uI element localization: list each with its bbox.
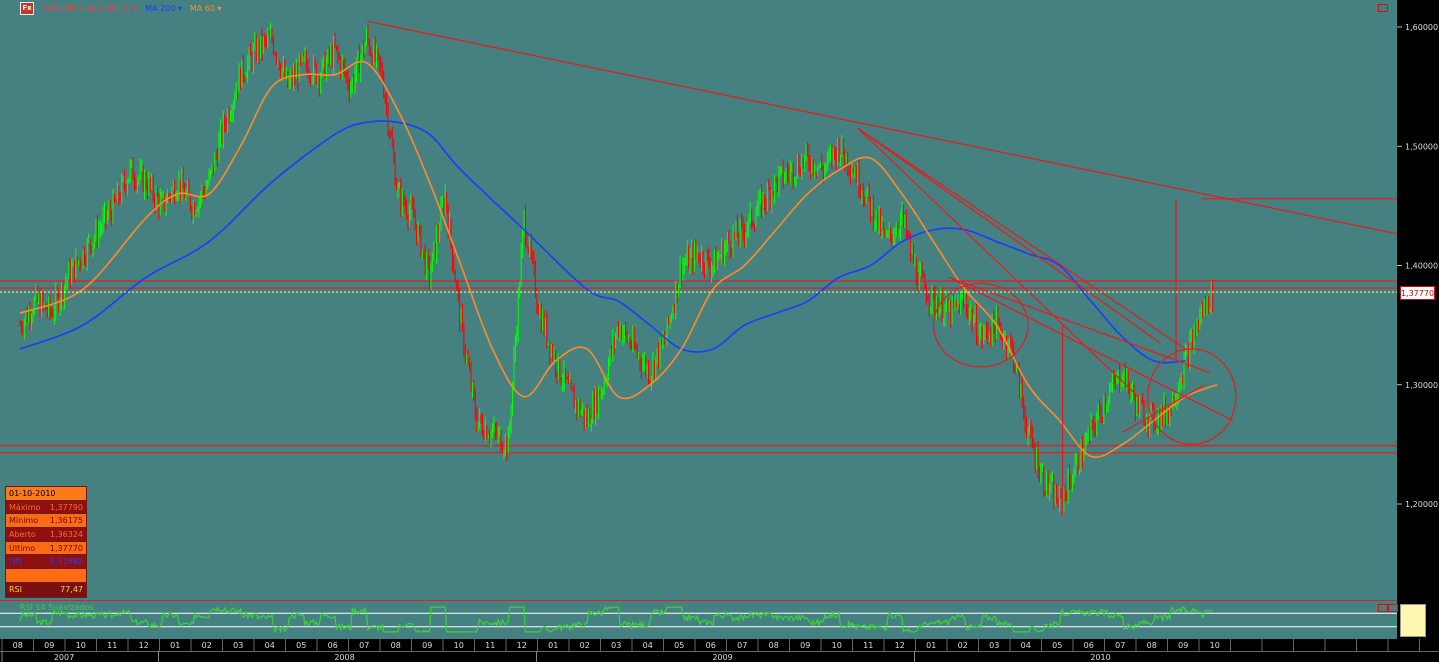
x-month-label: 10 [832, 641, 842, 650]
ma60-legend[interactable]: MA 60 ▾ [190, 4, 222, 13]
y-tick-label: 1,60000 [1405, 23, 1438, 32]
x-month-label: 06 [706, 641, 716, 650]
x-month-label: 04 [265, 641, 275, 650]
x-month-label: 03 [233, 641, 243, 650]
x-month-label: 06 [328, 641, 338, 650]
y-tick-label: 1,40000 [1405, 262, 1438, 271]
info-date: 01-10-2010 [6, 487, 86, 501]
ohlc-info-panel: 01-10-2010 Máximo 1,37790 Mínimo 1,36175 Abe… [5, 486, 87, 598]
close-price-panel-icon[interactable] [1378, 4, 1388, 12]
info-rsi-value: 77,47 [60, 584, 83, 594]
x-month-label: 09 [800, 641, 810, 650]
info-row: (M) 1,31682 [6, 555, 86, 570]
info-row-label: Último [9, 543, 36, 553]
x-month-label: 12 [139, 641, 149, 650]
x-month-label: 11 [485, 641, 495, 650]
x-month-label: 09 [422, 641, 432, 650]
info-row-value: 1,36324 [49, 529, 83, 539]
info-row: Último 1,37770 [6, 541, 86, 556]
info-date-value: 01-10-2010 [9, 488, 56, 498]
current-price-tag: 1,37770 [1400, 286, 1435, 300]
x-month-label: 07 [737, 641, 747, 650]
x-month-label: 06 [1084, 641, 1094, 650]
chart-header: Fx EURUSD Diário 1M(-5) ▾ MA 200 ▾ MA 60… [20, 1, 222, 15]
close-rsi-panel-icon[interactable] [1378, 604, 1388, 612]
x-month-label: 05 [1052, 641, 1062, 650]
instrument-title[interactable]: EURUSD Diário 1M(-5) ▾ [42, 4, 137, 13]
x-month-label: 07 [359, 641, 369, 650]
info-row-label: Mínimo [9, 516, 39, 526]
ma200-legend[interactable]: MA 200 ▾ [145, 4, 182, 13]
x-month-label: 05 [674, 641, 684, 650]
x-month-label: 12 [517, 641, 527, 650]
x-year-label: 2008 [334, 653, 354, 662]
x-month-label: 07 [1115, 641, 1125, 650]
y-axis-bg [1397, 0, 1439, 640]
x-month-label: 11 [107, 641, 117, 650]
x-year-label: 2009 [712, 653, 732, 662]
info-row-label: Aberto [9, 529, 36, 539]
x-year-label: 2010 [1090, 653, 1110, 662]
info-row-value: 1,36175 [49, 516, 83, 526]
info-row-value: 1,37790 [49, 502, 83, 512]
x-month-label: 01 [548, 641, 558, 650]
y-tick-label: 1,50000 [1405, 142, 1438, 151]
x-month-label: 03 [611, 641, 621, 650]
x-month-label: 04 [643, 641, 653, 650]
maximize-rsi-panel-icon[interactable] [1388, 604, 1398, 612]
x-year-label: 2007 [54, 653, 74, 662]
x-month-label: 02 [958, 641, 968, 650]
rsi-panel-label: RSI 14 Suavizados [20, 603, 94, 612]
x-month-label: 08 [13, 641, 23, 650]
x-month-label: 08 [1147, 641, 1157, 650]
info-row: Mínimo 1,36175 [6, 514, 86, 529]
x-month-label: 10 [1210, 641, 1220, 650]
rsi-value-box [1400, 604, 1426, 637]
chart-container: 1,60000 1,50000 1,40000 1,30000 1,20000 08 09 1… [0, 0, 1439, 662]
info-row-label: Máximo [9, 502, 41, 512]
x-month-label: 08 [769, 641, 779, 650]
info-rows: Máximo 1,37790 Mínimo 1,36175 Aberto 1,36324 Ú… [6, 500, 86, 570]
x-month-label: 04 [1021, 641, 1031, 650]
x-month-label: 05 [296, 641, 306, 650]
price-chart-svg: 1,60000 1,50000 1,40000 1,30000 1,20000 08 09 1… [0, 0, 1439, 662]
info-row-value: 1,37770 [49, 543, 83, 553]
x-month-label: 12 [895, 641, 905, 650]
x-month-label: 02 [580, 641, 590, 650]
info-rsi-row: RSI 77,47 [6, 582, 86, 597]
fx-logo-icon: Fx [20, 1, 34, 15]
x-month-label: 03 [989, 641, 999, 650]
y-tick-label: 1,30000 [1405, 381, 1438, 390]
info-rsi-label: RSI [9, 584, 22, 594]
x-month-label: 11 [863, 641, 873, 650]
info-row: Máximo 1,37790 [6, 500, 86, 515]
x-month-label: 02 [202, 641, 212, 650]
x-month-label: 09 [1178, 641, 1188, 650]
info-row-label: (M) [9, 557, 23, 567]
info-row-value: 1,31682 [49, 557, 83, 567]
x-month-label: 10 [454, 641, 464, 650]
y-tick-label: 1,20000 [1405, 500, 1438, 509]
x-month-label: 09 [44, 641, 54, 650]
x-month-label: 01 [170, 641, 180, 650]
x-month-label: 10 [76, 641, 86, 650]
x-month-label: 01 [926, 641, 936, 650]
x-month-label: 08 [391, 641, 401, 650]
info-row: Aberto 1,36324 [6, 528, 86, 542]
info-blank-row [6, 569, 86, 583]
